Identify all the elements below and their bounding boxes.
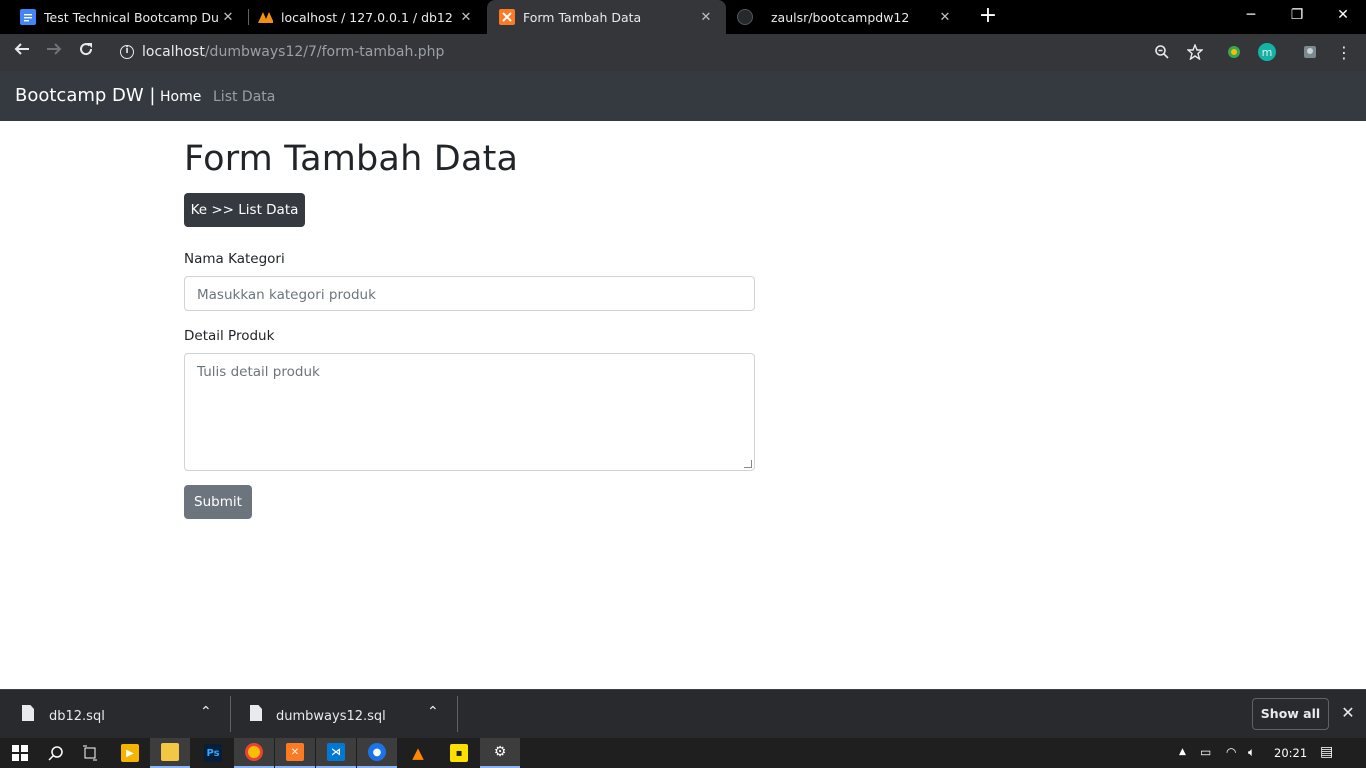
submit-button[interactable]: Submit [184,485,252,519]
tab-google-docs[interactable]: Test Technical Bootcamp DumbW ✕ [0,0,248,34]
file-icon [22,705,34,721]
taskbar-clock[interactable]: 20:21 [1274,746,1307,760]
taskbar-app[interactable] [234,738,274,768]
taskbar-app[interactable]: ⚙ [480,738,520,768]
menu-kebab-icon[interactable]: ⋮ [1335,43,1353,62]
tab-title: Form Tambah Data [523,9,642,25]
url-text: localhost/dumbways12/7/form-tambah.php [142,44,445,60]
tab-github[interactable]: zaulsr/bootcampdw12 ✕ [727,0,965,34]
nama-kategori-label: Nama Kategori [184,251,285,267]
download-item[interactable]: db12.sql ⌃ [0,690,230,739]
zoom-icon[interactable] [1153,43,1171,61]
browser-toolbar: i localhost/dumbways12/7/form-tambah.php… [0,34,1366,71]
download-item[interactable]: dumbways12.sql ⌃ [231,690,457,739]
detail-produk-placeholder: Tulis detail produk [197,364,320,380]
bookmark-star-icon[interactable] [1186,43,1204,61]
close-icon[interactable]: ✕ [698,10,714,25]
extension-icon[interactable] [1225,43,1243,61]
arrow-right-icon [47,43,62,55]
nav-link-list-data[interactable]: List Data [213,89,275,105]
tab-phpmyadmin[interactable]: localhost / 127.0.0.1 / db12 | php ✕ [249,0,486,34]
close-icon[interactable]: ✕ [1338,703,1358,722]
sticky-notes-icon: ▪ [450,744,468,762]
reload-button[interactable] [72,38,100,66]
taskbar-app[interactable] [150,738,190,768]
taskbar-app[interactable]: ⋊ [316,738,356,768]
reload-icon [80,43,93,56]
photoshop-icon: Ps [204,744,222,762]
nav-link-home[interactable]: Home [160,89,201,105]
resize-handle-icon[interactable] [744,460,752,468]
tab-form-tambah-data[interactable]: Form Tambah Data ✕ [487,0,726,34]
tab-title: localhost / 127.0.0.1 / db12 | php [281,9,458,25]
windows-start-button[interactable] [0,738,40,768]
forward-button[interactable] [40,38,68,66]
notification-icon[interactable]: ▤ [1320,744,1333,760]
info-icon[interactable]: i [120,45,134,59]
file-explorer-icon [161,743,179,761]
page-title: Form Tambah Data [184,139,519,179]
taskbar-app[interactable]: ▶ [110,738,150,768]
window-close-button[interactable]: ✕ [1320,0,1366,30]
download-divider [457,696,458,732]
chrome-icon [245,743,263,761]
site-navbar: Bootcamp DW | Home List Data [0,71,1366,121]
download-filename: db12.sql [49,709,105,724]
phpmyadmin-icon [257,9,273,25]
vlc-icon: ▲ [412,744,424,762]
taskbar-app[interactable]: ▪ [439,738,479,768]
google-docs-icon [20,9,36,25]
volume-icon[interactable]: 🔈︎ [1248,745,1255,760]
tab-title: Test Technical Bootcamp DumbW [44,9,220,25]
download-filename: dumbways12.sql [276,709,386,724]
nama-kategori-input[interactable]: Masukkan kategori produk [184,276,755,311]
mendeley-extension-icon[interactable]: m [1258,43,1276,61]
tab-title: zaulsr/bootcampdw12 [771,9,910,25]
media-player-icon: ▶ [121,744,139,762]
windows-logo-icon [12,745,28,761]
detail-produk-label: Detail Produk [184,328,275,344]
chevron-up-icon[interactable]: ⌃ [427,704,439,720]
nama-kategori-placeholder: Masukkan kategori produk [197,287,376,303]
search-icon [48,746,63,761]
to-list-data-button[interactable]: Ke >> List Data [184,193,305,227]
arrow-left-icon [14,43,29,55]
taskbar-app[interactable]: Ps [193,738,233,768]
detail-produk-textarea[interactable]: Tulis detail produk [184,353,755,471]
taskbar-app[interactable]: ● [357,738,397,768]
close-icon[interactable]: ✕ [937,10,953,25]
file-icon [250,705,262,721]
close-icon[interactable]: ✕ [220,10,236,25]
download-shelf: db12.sql ⌃ dumbways12.sql ⌃ Show all ✕ [0,689,1366,738]
task-view-button[interactable] [70,738,110,768]
back-button[interactable] [8,38,36,66]
chevron-up-icon[interactable]: ⌃ [200,704,212,720]
taskbar-app[interactable]: ✕ [275,738,315,768]
github-icon [737,9,753,25]
xampp-icon [499,9,515,25]
minimize-button[interactable]: ─ [1228,0,1274,30]
new-tab-button[interactable]: + [976,4,1000,28]
windows-taskbar: ▶ Ps ✕ ⋊ ● ▲ ▪ ⚙ ▲ ▭ ◠ 🔈︎ 20:21 ▤ [0,738,1366,768]
profile-avatar-icon[interactable] [1301,43,1319,61]
show-all-downloads-button[interactable]: Show all [1252,698,1329,730]
maps-icon: ● [368,743,386,761]
navbar-brand[interactable]: Bootcamp DW | [15,85,155,106]
restore-button[interactable]: ❐ [1274,0,1320,30]
battery-icon[interactable]: ▭ [1200,745,1211,759]
tray-overflow-icon[interactable]: ▲ [1179,747,1186,757]
wifi-icon[interactable]: ◠ [1226,745,1236,759]
address-bar[interactable]: i localhost/dumbways12/7/form-tambah.php [108,37,1183,68]
browser-tabstrip: Test Technical Bootcamp DumbW ✕ localhos… [0,0,1366,34]
task-view-icon [83,745,97,761]
settings-gear-icon: ⚙ [493,744,507,760]
vscode-icon: ⋊ [327,743,345,761]
close-icon[interactable]: ✕ [458,10,474,25]
taskbar-app[interactable]: ▲ [398,738,438,768]
xampp-icon: ✕ [286,743,304,761]
